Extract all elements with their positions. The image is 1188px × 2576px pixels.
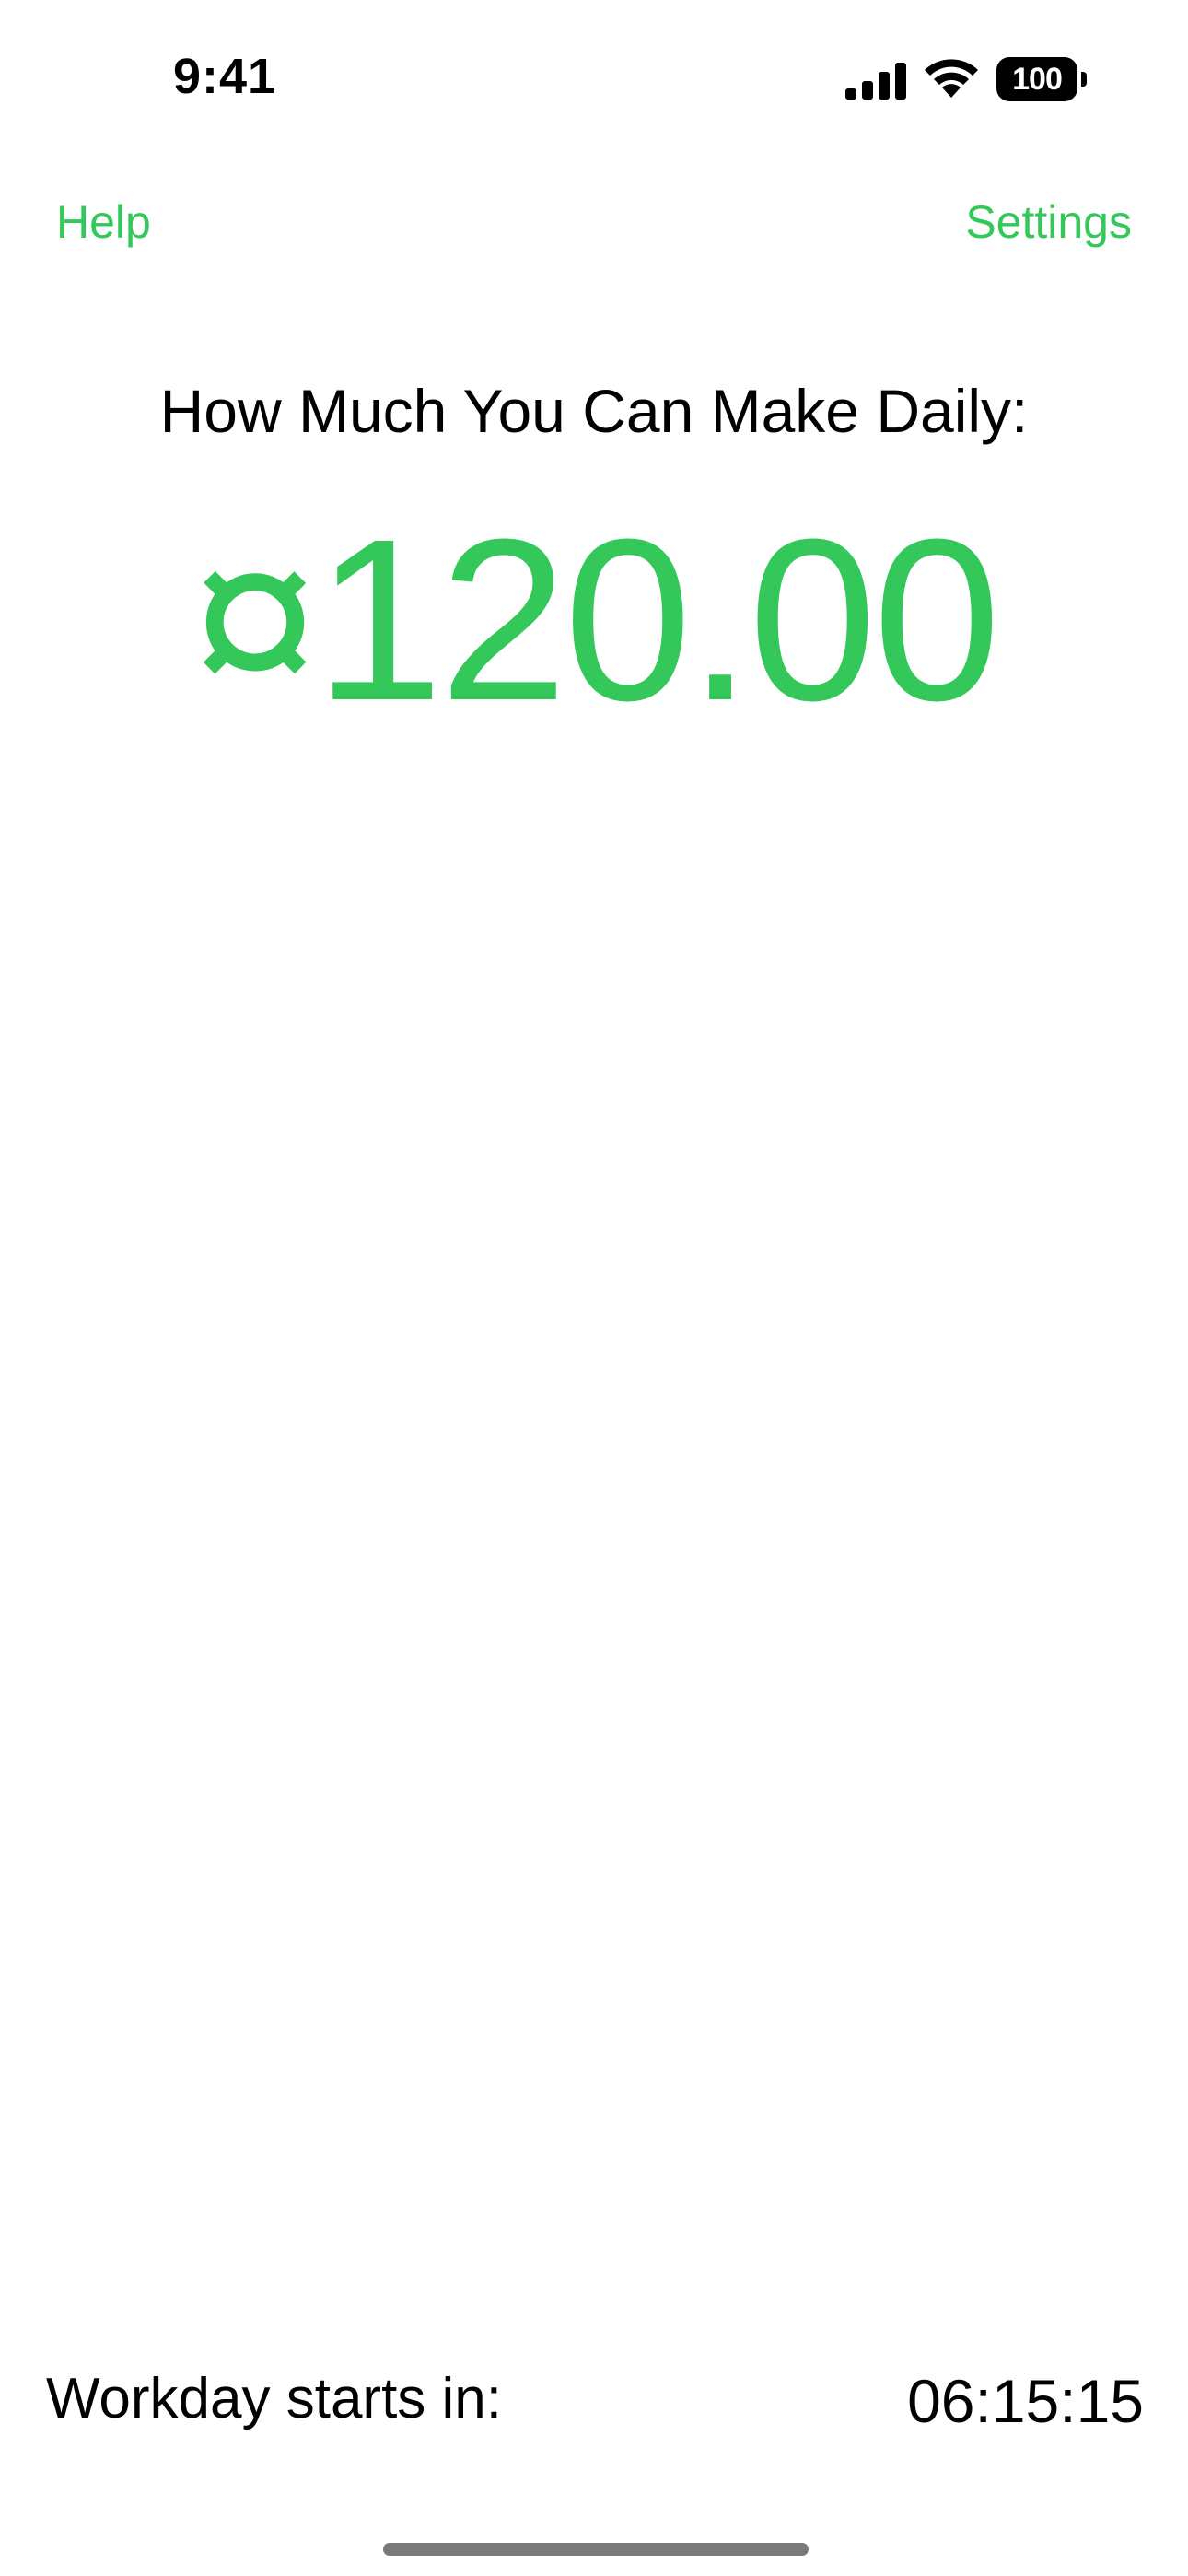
workday-countdown-label: Workday starts in: [46,2367,503,2430]
settings-button[interactable]: Settings [965,195,1132,249]
workday-countdown-value: 06:15:15 [907,2367,1144,2435]
help-button[interactable]: Help [56,195,151,249]
wifi-icon [925,59,978,98]
battery-icon: 100 [996,57,1089,101]
home-indicator[interactable] [383,2543,809,2556]
status-bar: 9:41 100 [0,0,1188,157]
battery-tip [1081,72,1087,87]
status-time: 9:41 [173,49,277,104]
battery-body: 100 [996,57,1077,101]
cellular-signal-icon [845,63,906,100]
battery-level: 100 [1012,61,1063,97]
daily-earnings-amount: ¤120.00 [191,491,1001,748]
daily-earnings-heading: How Much You Can Make Daily: [159,377,1029,445]
